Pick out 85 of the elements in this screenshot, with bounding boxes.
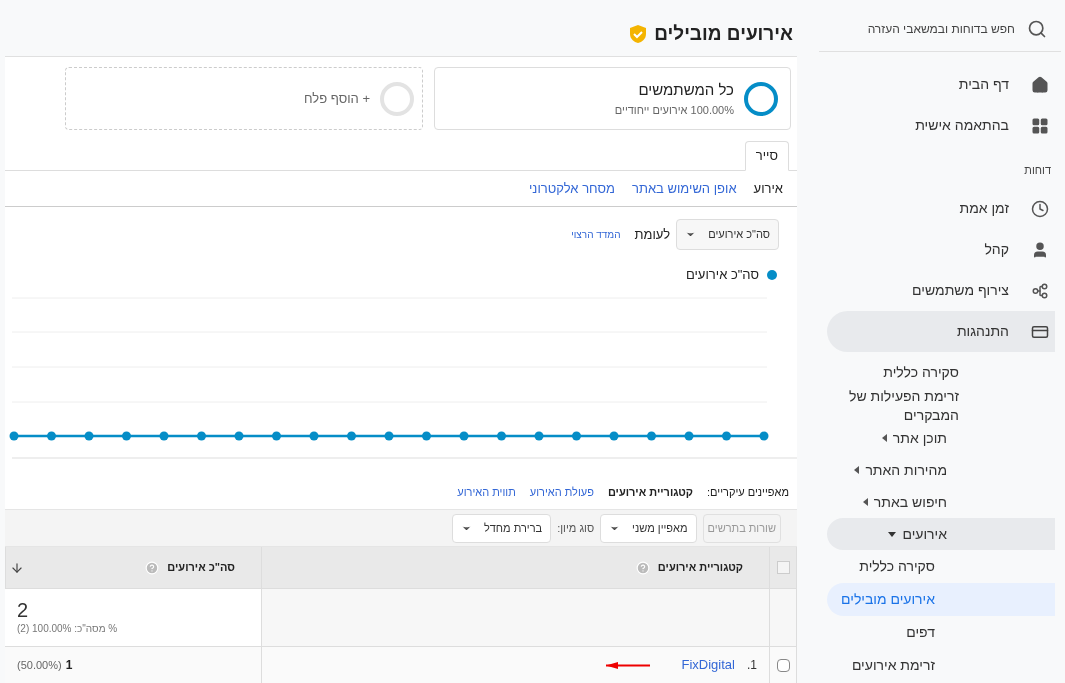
page-title: אירועים מובילים [654,21,793,46]
data-point [347,431,356,440]
row-value: 1 [65,657,73,674]
dimension-label: מאפיינים עיקריים: [707,484,789,500]
nav-item[interactable]: סקירה כללית [827,356,1055,389]
nav-item[interactable]: דפים [827,616,1055,649]
data-point [159,431,169,440]
nav-group[interactable]: מהירות האתר [827,454,1055,486]
data-point [722,431,731,440]
data-point [684,431,694,440]
help-icon [145,560,160,575]
segment-name: כל המשתמשים [637,80,734,100]
segment-card[interactable]: כל המשתמשים 100.00% אירועים ייחודיים [434,67,791,130]
column-header[interactable]: קטגוריית אירועים [261,547,769,588]
row-index: 1. [746,657,757,674]
data-point [759,431,769,440]
subtab-link[interactable]: מסחר אלקטרוני [528,178,615,199]
data-point [422,431,431,440]
add-segment-card[interactable]: + הוסף פלח [65,67,423,130]
dimension-link[interactable]: פעולת האירוע [529,483,594,500]
select-all-checkbox[interactable] [776,561,790,574]
data-point [647,431,656,440]
data-point [534,431,544,440]
segment-detail: 100.00% אירועים ייחודיים [614,102,734,118]
nav-item[interactable]: אירועים מובילים [827,583,1055,616]
person-icon [1031,240,1049,259]
subtab-link[interactable]: אירוע [753,178,783,199]
versus-label: לעומת [634,225,671,244]
data-point [609,431,619,440]
subtab-link[interactable]: אופן השימוש באתר [632,178,737,199]
data-point [47,431,56,440]
tab[interactable]: סייר [744,141,789,171]
dimension-link[interactable]: תווית האירוע [457,483,516,500]
row-link[interactable]: FixDigital [681,655,735,675]
nav-group[interactable]: תוכן אתר [827,422,1055,454]
nav-group[interactable]: אירועים [827,518,1055,550]
nav-item[interactable]: קהל [827,229,1055,270]
data-point [122,431,131,440]
shield-check-icon [630,25,647,43]
data-point [197,431,206,440]
sort-label: סוג מיון: [557,520,595,536]
row-share: (50.00%) [17,657,62,673]
data-point [272,431,281,440]
data-point [9,431,19,440]
nav-group[interactable]: חיפוש באתר [827,486,1055,518]
nav-group[interactable]: התנהגות [827,311,1055,352]
dimension-link[interactable]: קטגוריית אירועים [607,483,694,500]
nav-item[interactable]: זמן אמת [827,188,1055,229]
caret-left-icon [881,434,887,442]
segment-ring-icon [380,81,414,116]
caret-down-icon [888,531,897,537]
data-point [572,431,581,440]
nav-item[interactable]: בהתאמה אישית [827,105,1055,146]
segment-ring-icon [744,81,778,116]
metric-link[interactable]: המדד הרצוי [571,227,621,242]
clock-icon [1031,199,1049,218]
data-point [309,431,319,440]
grid-icon [1031,116,1049,135]
total-detail: % מסה"כ: 100.00% (2) [16,622,118,636]
section-heading: דוחות [1023,163,1052,178]
data-point [497,431,506,440]
nav-item[interactable]: דף הבית [827,64,1055,105]
secondary-dimension-dropdown[interactable]: מאפיין משני [600,513,697,543]
data-point [459,431,469,440]
total-value: 2 [16,599,30,621]
nav-item[interactable]: סקירה כללית [827,550,1055,583]
metric-dropdown[interactable]: סה"כ אירועים [676,219,779,250]
caret-left-icon [854,466,860,474]
data-point [234,431,244,440]
caret-left-icon [862,498,868,506]
nav-item[interactable]: צירוף משתמשים [827,270,1055,311]
help-icon [635,560,650,575]
sort-dropdown[interactable]: ברירת מחדל [451,513,552,543]
home-icon [1031,75,1049,94]
search-icon [1027,18,1047,39]
nav-item[interactable]: זרימת הפעילות של המבקרים [827,389,1055,422]
data-point [84,431,94,440]
legend-label: סה"כ אירועים [685,266,759,284]
add-segment-label: + הוסף פלח [303,89,370,108]
search-field[interactable]: חפש בדוחות ובמשאבי העזרה [825,19,1015,38]
column-header[interactable]: סה"כ אירועים [5,547,261,588]
fork-icon [1031,281,1049,300]
row-checkbox[interactable] [776,658,790,672]
data-point [384,431,394,440]
nav-item[interactable]: זרימת אירועים [827,649,1055,682]
